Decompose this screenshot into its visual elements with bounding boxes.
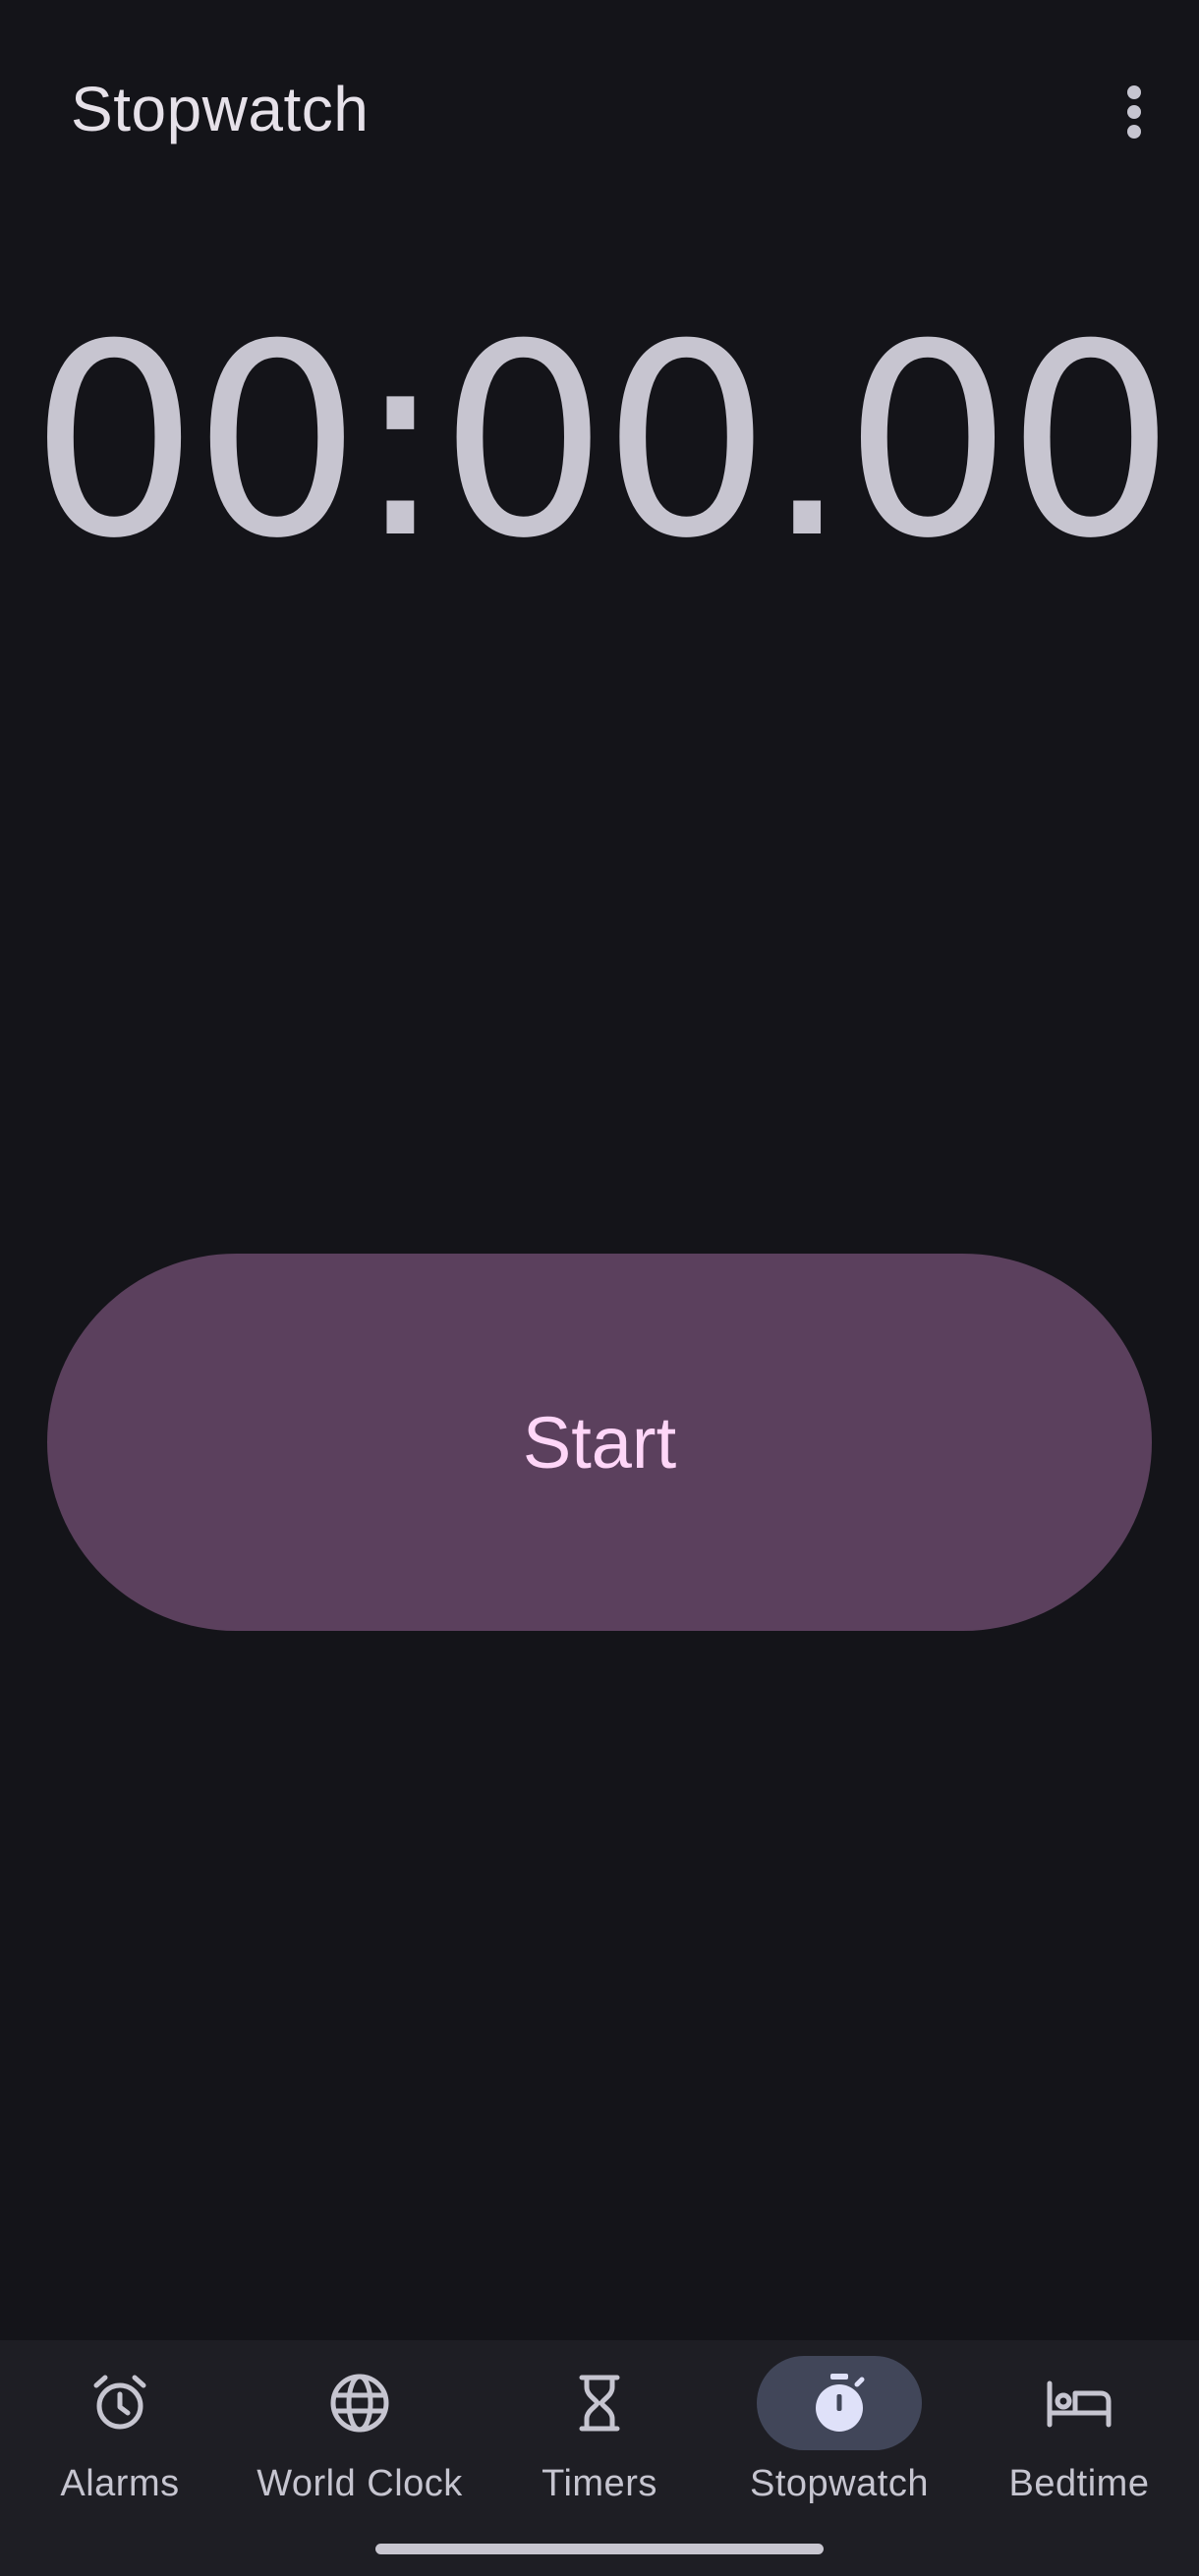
stopwatch-icon bbox=[816, 2374, 865, 2432]
more-vert-icon bbox=[1127, 85, 1141, 139]
nav-item-alarms[interactable]: Alarms bbox=[0, 2340, 240, 2537]
nav-icon-container bbox=[277, 2356, 442, 2450]
nav-active-indicator bbox=[757, 2356, 922, 2450]
nav-item-world-clock[interactable]: World Clock bbox=[240, 2340, 480, 2537]
alarm-icon bbox=[93, 2375, 146, 2430]
nav-icon-container bbox=[517, 2356, 682, 2450]
gesture-navigation-bar[interactable] bbox=[375, 2544, 824, 2554]
nav-label-stopwatch: Stopwatch bbox=[750, 2463, 929, 2504]
page-title: Stopwatch bbox=[71, 74, 370, 144]
hourglass-icon bbox=[579, 2375, 620, 2432]
bed-icon bbox=[1047, 2380, 1112, 2428]
nav-icon-container bbox=[37, 2356, 202, 2450]
nav-label-world-clock: World Clock bbox=[257, 2463, 463, 2504]
nav-icon-container bbox=[997, 2356, 1162, 2450]
bottom-navigation: Alarms World Clock Timers Stopwatch Bedt… bbox=[0, 2340, 1199, 2576]
start-button[interactable]: Start bbox=[47, 1254, 1152, 1631]
nav-item-bedtime[interactable]: Bedtime bbox=[959, 2340, 1199, 2537]
nav-item-stopwatch[interactable]: Stopwatch bbox=[719, 2340, 959, 2537]
globe-icon bbox=[330, 2374, 389, 2433]
nav-label-bedtime: Bedtime bbox=[1008, 2463, 1150, 2504]
more-options-button[interactable] bbox=[1093, 71, 1175, 153]
nav-label-timers: Timers bbox=[542, 2463, 657, 2504]
nav-item-timers[interactable]: Timers bbox=[480, 2340, 719, 2537]
nav-label-alarms: Alarms bbox=[60, 2463, 180, 2504]
stopwatch-time: 00:00.00 bbox=[29, 287, 1175, 596]
